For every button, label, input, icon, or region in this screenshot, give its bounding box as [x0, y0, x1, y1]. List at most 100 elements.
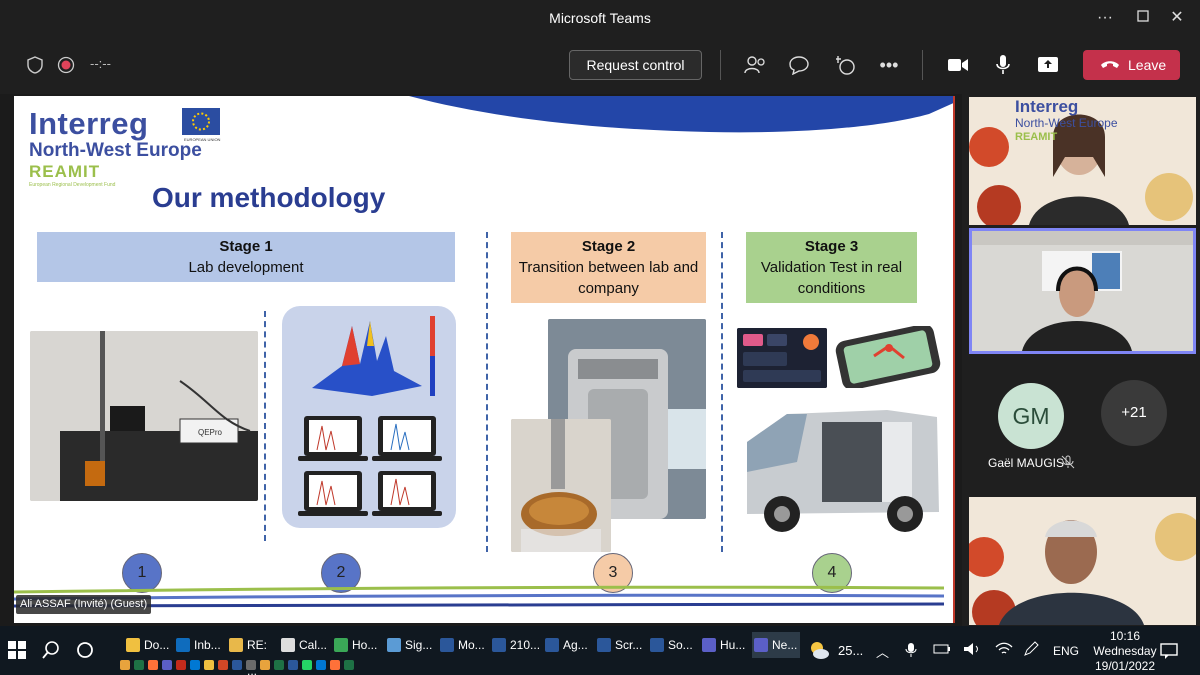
notifications-icon[interactable] [1160, 642, 1178, 665]
weather-icon[interactable] [808, 640, 830, 665]
recording-icon[interactable] [53, 53, 79, 77]
window-title: Microsoft Teams [549, 10, 651, 26]
stage-3-heading: Stage 3 [804, 238, 859, 255]
tile-logo-line3: REAMIT [1015, 131, 1058, 143]
app-icon [126, 638, 140, 652]
taskbar-app-label: Ag... [563, 638, 588, 652]
interreg-logo-text: Interreg [29, 106, 149, 141]
more-options-icon[interactable]: ··· [1088, 6, 1122, 30]
participant-name: Gaël MAUGIS [988, 456, 1065, 470]
participant-video-tile-1[interactable]: Interreg North-West Europe REAMIT [969, 97, 1196, 225]
taskbar-app-label: Mo... [458, 638, 485, 652]
spectra-analysis-graphic [282, 306, 456, 528]
lab-setup-photo: QEPro [30, 331, 258, 501]
wifi-icon[interactable] [995, 641, 1013, 662]
more-actions-icon[interactable]: ••• [876, 53, 902, 77]
search-icon[interactable] [42, 641, 60, 664]
more-participants-button[interactable]: +21 [1101, 380, 1167, 446]
taskbar-app-button[interactable]: 210... [490, 632, 541, 658]
close-icon[interactable]: ✕ [1160, 6, 1194, 30]
chat-icon[interactable] [786, 53, 812, 77]
participant-avatar[interactable]: GM [998, 383, 1064, 449]
reamit-logo-text: REAMIT [29, 162, 101, 181]
quick-launch-icons [120, 660, 354, 672]
taskbar-app-button[interactable]: So... [648, 632, 696, 658]
taskbar-app-label: Cal... [299, 638, 328, 652]
clock-time[interactable]: 10:16 [1100, 629, 1150, 643]
app-icon [597, 638, 611, 652]
cortana-icon[interactable] [76, 641, 94, 664]
phone-hangup-icon [1099, 54, 1121, 84]
windows-taskbar: Do... Inb... RE: ... Cal... Ho... Sig... Mo...… [0, 626, 1200, 675]
shield-icon[interactable] [22, 53, 48, 77]
taskbar-app-button[interactable]: Inb... [174, 632, 222, 658]
taskbar-app-button[interactable]: Do... [124, 632, 172, 658]
taskbar-app-label: Hu... [720, 638, 746, 652]
clock-date[interactable]: 19/01/2022 [1087, 659, 1163, 673]
maximize-icon[interactable] [1126, 6, 1160, 30]
taskbar-app-button[interactable]: RE: ... [227, 632, 275, 675]
stage-2-box: Stage 2 Transition between lab and compa… [511, 232, 706, 303]
leave-label: Leave [1128, 57, 1167, 73]
taskbar-app-button[interactable]: Cal... [279, 632, 327, 658]
stage-2-heading: Stage 2 [581, 238, 636, 255]
mic-muted-icon [1061, 455, 1075, 474]
taskbar-app-label: Sig... [405, 638, 433, 652]
meat-sample-photo [511, 419, 611, 552]
interreg-region-text: North-West Europe [29, 140, 202, 161]
volume-icon[interactable] [963, 641, 981, 662]
presentation-slide: Interreg North-West Europe REAMIT Europe… [14, 96, 955, 623]
battery-icon[interactable] [933, 642, 951, 661]
weather-temperature[interactable]: 25... [838, 643, 863, 658]
slide-title: Our methodology [152, 182, 386, 213]
app-icon [334, 638, 348, 652]
request-control-button[interactable]: Request control [569, 50, 702, 80]
dashboard-screenshot [737, 328, 827, 388]
stage-2-text: Transition between lab and company [518, 259, 699, 297]
app-icon [492, 638, 506, 652]
app-icon [702, 638, 716, 652]
taskbar-app-button[interactable]: Ho... [332, 632, 380, 658]
stage-1-heading: Stage 1 [219, 238, 273, 255]
participant-video-tile-2[interactable] [969, 228, 1196, 354]
presenter-name-tag: Ali ASSAF (Invité) (Guest) [16, 595, 152, 614]
tile-logo-line2: North-West Europe [1015, 116, 1118, 130]
taskbar-app-label: Ho... [352, 638, 378, 652]
participant-video-tile-3[interactable] [969, 497, 1196, 625]
app-icon [545, 638, 559, 652]
tray-chevron-up-icon[interactable]: ︿ [876, 642, 889, 661]
app-icon [176, 638, 190, 652]
taskbar-app-label: So... [668, 638, 693, 652]
tile-logo-line1: Interreg [1015, 97, 1079, 116]
taskbar-app-button[interactable]: Sig... [385, 632, 433, 658]
taskbar-app-label: Inb... [194, 638, 221, 652]
stage-3-text: Validation Test in real conditions [760, 259, 903, 297]
erdf-text: European Regional Development Fund [29, 182, 116, 188]
share-screen-icon[interactable] [1035, 53, 1061, 77]
windows-start-icon[interactable] [8, 641, 26, 664]
toolbar-divider [720, 50, 721, 80]
divider-dashed-2 [486, 232, 488, 552]
camera-icon[interactable] [945, 53, 971, 77]
app-icon [440, 638, 454, 652]
taskbar-app-label: Scr... [615, 638, 643, 652]
clock-day[interactable]: Wednesday [1090, 644, 1160, 658]
refrigerated-van-image [727, 402, 945, 542]
taskbar-app-button[interactable]: Mo... [438, 632, 486, 658]
taskbar-app-button[interactable]: Scr... [595, 632, 643, 658]
taskbar-app-label: Ne... [772, 638, 798, 652]
stage-3-box: Stage 3 Validation Test in real conditio… [746, 232, 917, 303]
pen-icon[interactable] [1023, 641, 1039, 662]
language-indicator[interactable]: ENG [1053, 644, 1079, 658]
taskbar-app-label: 210... [510, 638, 541, 652]
app-icon [754, 638, 768, 652]
taskbar-app-button[interactable]: Ag... [543, 632, 591, 658]
taskbar-app-button[interactable]: Hu... [700, 632, 748, 658]
reactions-icon[interactable] [832, 53, 858, 77]
meeting-timer: --:-- [90, 56, 111, 71]
participants-icon[interactable] [742, 53, 768, 77]
taskbar-app-button[interactable]: Ne... [752, 632, 800, 658]
tray-mic-icon[interactable] [905, 642, 917, 663]
leave-button[interactable]: Leave [1083, 50, 1180, 80]
microphone-icon[interactable] [990, 53, 1016, 77]
